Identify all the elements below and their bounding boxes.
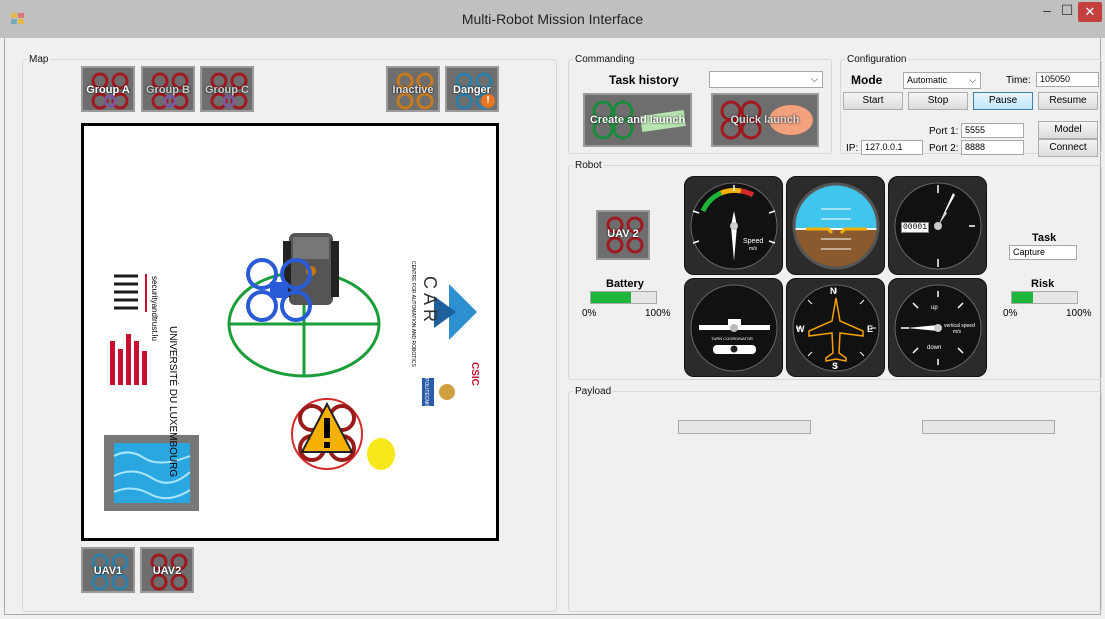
turn-coordinator: TURN COORDINATOR (684, 278, 783, 377)
speed-unit: m/s (749, 246, 758, 252)
uni-lu-logo (110, 334, 147, 385)
risk-max-label: 100% (1066, 308, 1092, 319)
model-button[interactable]: Model (1038, 121, 1098, 139)
payload-legend: Payload (575, 386, 612, 397)
stop-button[interactable]: Stop (908, 92, 968, 110)
port2-field[interactable]: 8888 (961, 140, 1024, 155)
maximize-button[interactable]: ☐ (1054, 0, 1080, 22)
create-and-launch-label: Create and launch (589, 114, 686, 126)
task-history-select[interactable]: ⌵ (709, 71, 823, 88)
battery-max-label: 100% (645, 308, 671, 319)
risk-min-label: 0% (1003, 308, 1018, 319)
risk-label: Risk (1031, 278, 1055, 290)
vs-up-label: up (931, 305, 938, 311)
group-c-button[interactable]: Group C (200, 66, 254, 112)
mode-label: Mode (851, 73, 883, 87)
configuration-legend: Configuration (847, 54, 907, 65)
group-c-label: Group C (205, 84, 249, 96)
csic-logo: CSIC (469, 362, 480, 386)
heading-n: N (830, 286, 837, 296)
airspeed-gauge: Speed m/s (684, 176, 783, 275)
uav2-label: UAV2 (152, 565, 182, 577)
group-b-button[interactable]: Group B (141, 66, 195, 112)
car-label: CAR (420, 276, 440, 327)
uav1-label: UAV1 (93, 565, 123, 577)
pause-button[interactable]: Pause (973, 92, 1033, 110)
risk-bar (1011, 291, 1078, 304)
connect-button[interactable]: Connect (1038, 139, 1098, 157)
create-and-launch-button[interactable]: Create and launch (583, 93, 692, 147)
mode-select[interactable]: Automatic ⌵ (903, 72, 981, 89)
vs-unit: m/s (953, 329, 962, 335)
battery-label: Battery (606, 278, 644, 290)
uav1-button[interactable]: UAV1 (81, 547, 135, 593)
chevron-down-icon: ⌵ (811, 74, 818, 84)
inactive-label: Inactive (392, 84, 434, 96)
danger-badge: ! (481, 94, 495, 108)
battery-bar (590, 291, 657, 304)
task-label: Task (1032, 232, 1057, 244)
risk-fill (1012, 292, 1034, 303)
car-subtitle: CENTRE FOR AUTOMATION AND ROBOTICS (410, 261, 416, 367)
title-bar: Multi-Robot Mission Interface – ☐ ✕ (0, 0, 1105, 38)
start-button[interactable]: Start (843, 92, 903, 110)
mode-value: Automatic (907, 75, 948, 85)
time-label: Time: (1006, 75, 1031, 86)
commanding-legend: Commanding (575, 54, 635, 65)
ip-label: IP: (846, 143, 859, 154)
crest-icon (439, 384, 455, 400)
uav2-button[interactable]: UAV2 (140, 547, 194, 593)
heading-e: E (867, 324, 874, 334)
snt-logo (114, 274, 138, 310)
window-title: Multi-Robot Mission Interface (461, 11, 644, 27)
task-field[interactable]: Capture (1009, 245, 1077, 260)
uni-lu-label: UNIVERSITÉ DU LUXEMBOURG (167, 326, 178, 478)
vs-down-label: down (927, 345, 942, 351)
uav2-danger-map-icon (291, 398, 395, 470)
turn-coordinator-label: TURN COORDINATOR (711, 336, 753, 341)
payload-progress-1 (678, 420, 811, 434)
heading-w: W (796, 324, 805, 334)
ip-field[interactable]: 127.0.0.1 (861, 140, 923, 155)
heading-s: S (832, 361, 839, 371)
uav2-robot-button[interactable]: UAV 2 (596, 210, 650, 260)
quick-launch-button[interactable]: Quick launch (711, 93, 819, 147)
map-canvas[interactable]: securityandtrust.lu UNIVERSITÉ DU LUXEMB… (81, 123, 499, 541)
port1-label: Port 1: (929, 126, 959, 137)
vertical-speed-gauge: up vertical speed m/s down (888, 278, 987, 377)
port2-label: Port 2: (929, 143, 959, 154)
quick-launch-label: Quick launch (730, 114, 800, 126)
map-legend: Map (29, 54, 49, 65)
altimeter-gauge: 00001 (888, 176, 987, 275)
attitude-indicator (786, 176, 885, 275)
map-drawing (104, 233, 477, 511)
danger-button[interactable]: Danger ! (445, 66, 499, 112)
chevron-down-icon: ⌵ (969, 75, 976, 85)
altimeter-readout: 00001 (901, 222, 930, 233)
resume-button[interactable]: Resume (1038, 92, 1098, 110)
time-field[interactable]: 105050 (1036, 72, 1099, 87)
car-logo (434, 284, 477, 340)
heading-indicator: N E S W (786, 278, 885, 377)
group-b-label: Group B (146, 84, 190, 96)
upm-label: POLITÉCNICA (423, 378, 429, 412)
task-history-label: Task history (609, 73, 679, 87)
uav2-robot-label: UAV 2 (607, 228, 639, 240)
group-a-label: Group A (86, 84, 130, 96)
close-button[interactable]: ✕ (1078, 2, 1102, 22)
payload-progress-2 (922, 420, 1055, 434)
port1-field[interactable]: 5555 (961, 123, 1024, 138)
battery-min-label: 0% (582, 308, 597, 319)
robot-legend: Robot (575, 160, 602, 171)
battery-fill (591, 292, 632, 303)
group-a-button[interactable]: Group A (81, 66, 135, 112)
speed-label: Speed (743, 238, 764, 245)
inactive-button[interactable]: Inactive (386, 66, 440, 112)
